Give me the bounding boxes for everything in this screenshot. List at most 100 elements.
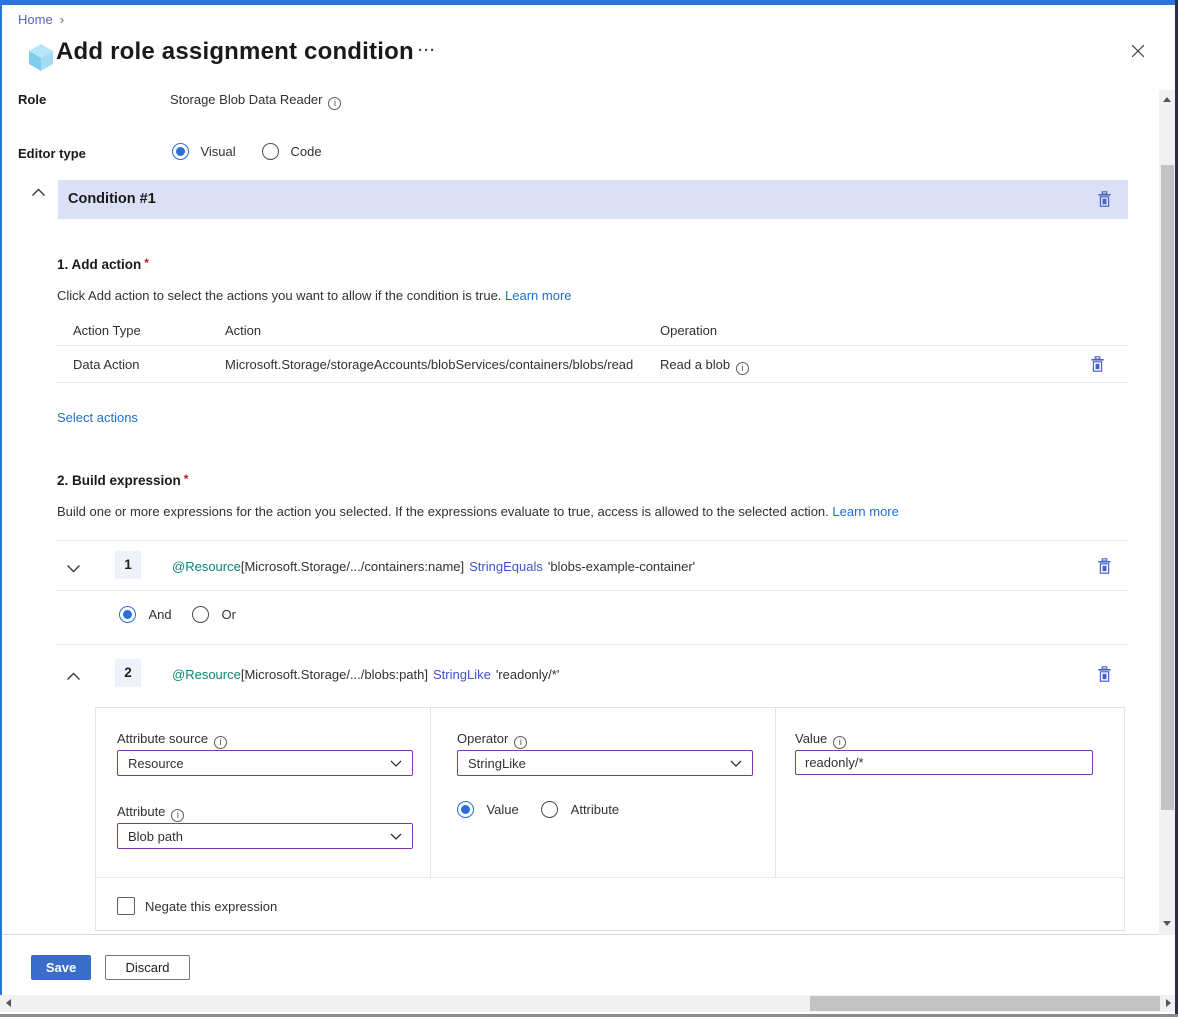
scroll-up-icon[interactable] (1163, 97, 1171, 102)
add-action-description: Click Add action to select the actions y… (57, 288, 572, 303)
radio-and-label: And (148, 607, 171, 622)
window-top-border (0, 0, 1178, 5)
info-icon[interactable] (833, 736, 846, 749)
scroll-right-icon[interactable] (1166, 999, 1171, 1007)
expression-divider (57, 590, 1128, 591)
operator-value: StringLike (468, 756, 526, 771)
attribute-source-label-text: Attribute source (117, 731, 208, 746)
radio-value-label: Value (486, 802, 518, 817)
page-title: Add role assignment condition (56, 38, 414, 66)
chevron-down-icon[interactable] (66, 560, 81, 578)
horizontal-scrollbar[interactable] (0, 995, 1178, 1012)
negate-checkbox[interactable] (117, 897, 135, 915)
radio-visual[interactable] (172, 143, 189, 160)
learn-more-link[interactable]: Learn more (505, 288, 571, 303)
table-row-divider (57, 382, 1128, 383)
expression-operator[interactable]: StringEquals (469, 559, 543, 574)
attribute-source-dropdown[interactable]: Resource (117, 750, 413, 776)
delete-condition-icon[interactable] (1097, 191, 1112, 207)
info-icon[interactable] (214, 736, 227, 749)
chevron-down-icon (390, 760, 402, 767)
resource-cube-icon (27, 42, 55, 77)
radio-and[interactable] (119, 606, 136, 623)
table-header-divider (57, 345, 1128, 346)
delete-expression-icon[interactable] (1097, 558, 1112, 574)
role-value: Storage Blob Data Reader (170, 92, 341, 110)
radio-value[interactable] (457, 801, 474, 818)
value-label: Value (795, 731, 846, 749)
expression-number: 2 (115, 659, 141, 687)
expression-builder-panel (95, 707, 1125, 931)
operator-label: Operator (457, 731, 527, 749)
attribute-label-text: Attribute (117, 804, 165, 819)
radio-visual-label: Visual (200, 144, 235, 159)
more-options-icon[interactable]: ··· (418, 42, 436, 59)
vertical-scrollbar[interactable] (1159, 90, 1175, 935)
radio-code-label: Code (291, 144, 322, 159)
expression-value: 'blobs-example-container' (548, 559, 695, 574)
expression-operator[interactable]: StringLike (433, 667, 491, 682)
role-value-text: Storage Blob Data Reader (170, 92, 322, 107)
attribute-dropdown[interactable]: Blob path (117, 823, 413, 849)
editor-type-label: Editor type (18, 146, 86, 161)
builder-column-divider (430, 707, 431, 877)
required-marker: * (144, 256, 149, 270)
required-marker: * (184, 472, 189, 486)
vertical-scrollbar-thumb[interactable] (1161, 165, 1174, 810)
column-header-action-type: Action Type (73, 323, 141, 338)
radio-or[interactable] (192, 606, 209, 623)
chevron-down-icon (390, 833, 402, 840)
build-expression-description-text: Build one or more expressions for the ac… (57, 504, 829, 519)
column-header-operation: Operation (660, 323, 717, 338)
add-action-description-text: Click Add action to select the actions y… (57, 288, 501, 303)
info-icon[interactable] (514, 736, 527, 749)
scroll-left-icon[interactable] (6, 999, 11, 1007)
radio-attribute[interactable] (541, 801, 558, 818)
value-input[interactable] (795, 750, 1093, 775)
discard-button[interactable]: Discard (105, 955, 190, 980)
builder-row-divider (96, 877, 1124, 878)
chevron-up-icon[interactable] (66, 668, 81, 686)
breadcrumb-home-link[interactable]: Home (18, 12, 53, 27)
delete-expression-icon[interactable] (1097, 666, 1112, 682)
operator-label-text: Operator (457, 731, 508, 746)
info-icon[interactable] (736, 362, 749, 375)
column-header-action: Action (225, 323, 261, 338)
delete-action-icon[interactable] (1090, 356, 1105, 372)
expression-resource[interactable]: @Resource (172, 559, 241, 574)
info-icon[interactable] (171, 809, 184, 822)
condition-header[interactable]: Condition #1 (58, 180, 1128, 219)
breadcrumb: Home › (18, 12, 64, 27)
attribute-source-label: Attribute source (117, 731, 227, 749)
build-expression-heading: 2. Build expression* (57, 472, 188, 488)
info-icon[interactable] (328, 97, 341, 110)
operation-text: Read a blob (660, 357, 730, 372)
attribute-value: Blob path (128, 829, 183, 844)
horizontal-scrollbar-thumb[interactable] (810, 996, 1160, 1011)
scroll-down-icon[interactable] (1163, 921, 1171, 926)
expression-resource[interactable]: @Resource (172, 667, 241, 682)
attribute-label: Attribute (117, 804, 184, 822)
value-type-radio-group: Value Attribute (457, 801, 619, 819)
expression-attribute-path: [Microsoft.Storage/.../blobs:path] (241, 667, 428, 682)
radio-code[interactable] (262, 143, 279, 160)
expression-attribute-path: [Microsoft.Storage/.../containers:name] (241, 559, 464, 574)
expression-value: 'readonly/*' (496, 667, 560, 682)
breadcrumb-separator-icon: › (60, 12, 64, 27)
add-action-heading: 1. Add action* (57, 256, 149, 272)
operator-dropdown[interactable]: StringLike (457, 750, 753, 776)
expression-number: 1 (115, 551, 141, 579)
select-actions-link[interactable]: Select actions (57, 410, 138, 425)
chevron-down-icon (730, 760, 742, 767)
close-icon[interactable] (1130, 43, 1150, 63)
add-role-assignment-condition-page: Home› Add role assignment condition ··· … (0, 0, 1178, 1017)
expression-summary: @Resource[Microsoft.Storage/.../blobs:pa… (172, 667, 559, 682)
window-left-border (0, 5, 2, 995)
radio-or-label: Or (222, 607, 236, 622)
footer-divider (0, 934, 1159, 935)
role-label: Role (18, 92, 46, 107)
save-button[interactable]: Save (31, 955, 91, 980)
expression-divider (57, 644, 1128, 645)
chevron-up-icon[interactable] (31, 184, 46, 202)
learn-more-link[interactable]: Learn more (832, 504, 898, 519)
